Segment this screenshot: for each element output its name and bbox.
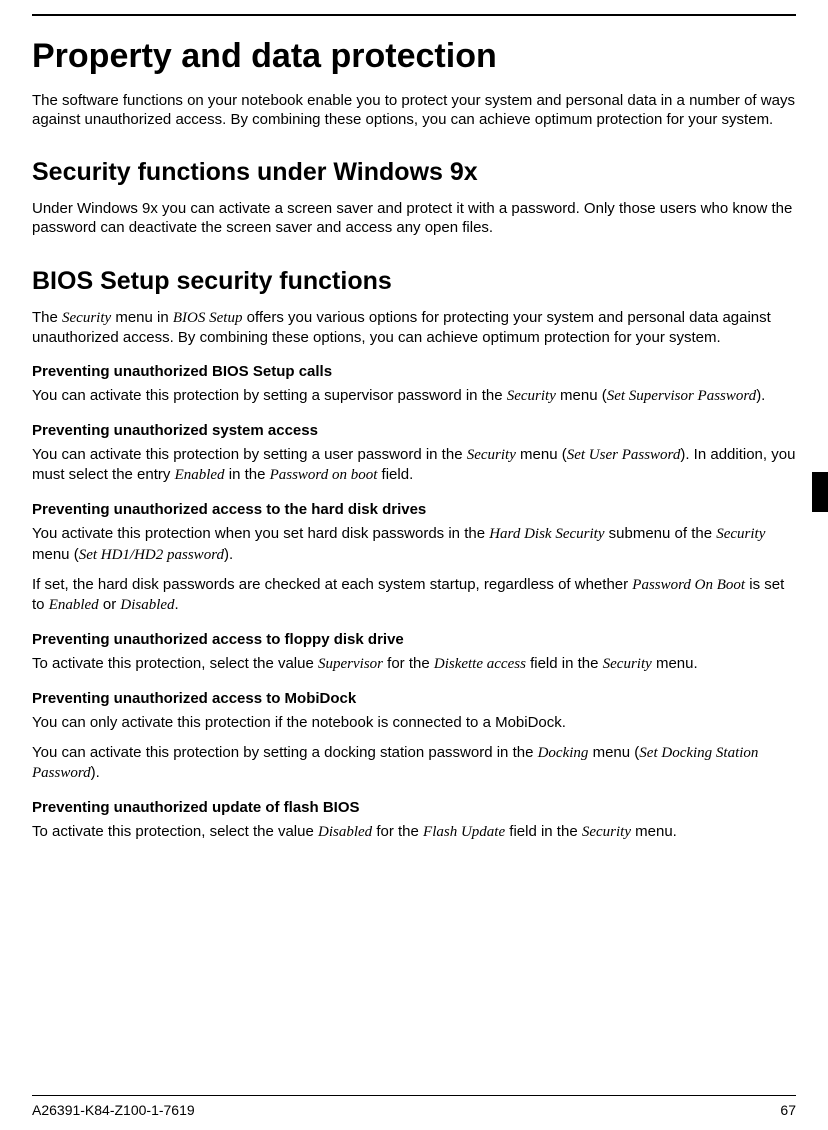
subheading-mobidock: Preventing unauthorized access to MobiDo… — [32, 690, 796, 707]
text: The — [32, 309, 62, 326]
text: ). — [224, 546, 233, 563]
text: ). — [756, 387, 765, 404]
document-page: Property and data protection The softwar… — [0, 0, 828, 1130]
page-footer: A26391-K84-Z100-1-7619 67 — [32, 1102, 796, 1118]
bios-intro: The Security menu in BIOS Setup offers y… — [32, 308, 796, 347]
text: You activate this protection when you se… — [32, 525, 489, 542]
footer-doc-id: A26391-K84-Z100-1-7619 — [32, 1102, 195, 1118]
italic-term: Supervisor — [318, 656, 383, 672]
text: for the — [372, 823, 423, 840]
text: You can activate this protection by sett… — [32, 387, 507, 404]
text: menu ( — [556, 387, 607, 404]
text: for the — [383, 655, 434, 672]
text: ). — [91, 764, 100, 781]
subheading-system-access: Preventing unauthorized system access — [32, 422, 796, 439]
sub5-body1: You can only activate this protection if… — [32, 713, 796, 732]
text: submenu of the — [604, 525, 716, 542]
text: menu ( — [516, 446, 567, 463]
subheading-bios-calls: Preventing unauthorized BIOS Setup calls — [32, 363, 796, 380]
italic-term: Password on boot — [270, 467, 378, 483]
bottom-rule — [32, 1095, 796, 1096]
section-heading-bios: BIOS Setup security functions — [32, 266, 796, 296]
italic-term: Password On Boot — [632, 577, 745, 593]
text: You can activate this protection by sett… — [32, 744, 538, 761]
text: in the — [225, 466, 270, 483]
sub3-body1: You activate this protection when you se… — [32, 524, 796, 564]
text: menu in — [111, 309, 173, 326]
text: menu. — [631, 823, 677, 840]
italic-term: Security — [507, 388, 556, 404]
italic-term: Security — [603, 656, 652, 672]
sub2-body: You can activate this protection by sett… — [32, 445, 796, 485]
text: menu ( — [32, 546, 79, 563]
italic-term: Security — [62, 310, 111, 326]
italic-term: Set User Password — [567, 447, 681, 463]
italic-term: Flash Update — [423, 824, 505, 840]
intro-paragraph: The software functions on your notebook … — [32, 91, 796, 129]
italic-term: BIOS Setup — [173, 310, 243, 326]
section-heading-windows: Security functions under Windows 9x — [32, 157, 796, 187]
italic-term: Disabled — [120, 597, 174, 613]
italic-term: Hard Disk Security — [489, 526, 604, 542]
text: To activate this protection, select the … — [32, 823, 318, 840]
page-title: Property and data protection — [32, 36, 796, 77]
text: field in the — [505, 823, 582, 840]
text: menu. — [652, 655, 698, 672]
sub1-body: You can activate this protection by sett… — [32, 386, 796, 406]
text: . — [175, 596, 179, 613]
page-tab-marker — [812, 472, 828, 512]
text: menu ( — [588, 744, 639, 761]
italic-term: Enabled — [49, 597, 99, 613]
italic-term: Docking — [538, 745, 589, 761]
subheading-flash-bios: Preventing unauthorized update of flash … — [32, 799, 796, 816]
italic-term: Set HD1/HD2 password — [79, 547, 224, 563]
italic-term: Security — [467, 447, 516, 463]
footer-page-number: 67 — [780, 1102, 796, 1118]
sub4-body: To activate this protection, select the … — [32, 654, 796, 674]
subheading-hard-disk: Preventing unauthorized access to the ha… — [32, 501, 796, 518]
italic-term: Set Supervisor Password — [607, 388, 756, 404]
sub5-body2: You can activate this protection by sett… — [32, 743, 796, 783]
italic-term: Disabled — [318, 824, 372, 840]
italic-term: Diskette access — [434, 656, 526, 672]
sub6-body: To activate this protection, select the … — [32, 822, 796, 842]
subheading-floppy: Preventing unauthorized access to floppy… — [32, 631, 796, 648]
sub3-body2: If set, the hard disk passwords are chec… — [32, 575, 796, 615]
text: field. — [377, 466, 413, 483]
text: You can activate this protection by sett… — [32, 446, 467, 463]
text: or — [99, 596, 121, 613]
windows-body: Under Windows 9x you can activate a scre… — [32, 199, 796, 237]
italic-term: Security — [582, 824, 631, 840]
italic-term: Security — [716, 526, 765, 542]
text: To activate this protection, select the … — [32, 655, 318, 672]
italic-term: Enabled — [175, 467, 225, 483]
text: If set, the hard disk passwords are chec… — [32, 576, 632, 593]
top-rule — [32, 14, 796, 16]
text: field in the — [526, 655, 603, 672]
